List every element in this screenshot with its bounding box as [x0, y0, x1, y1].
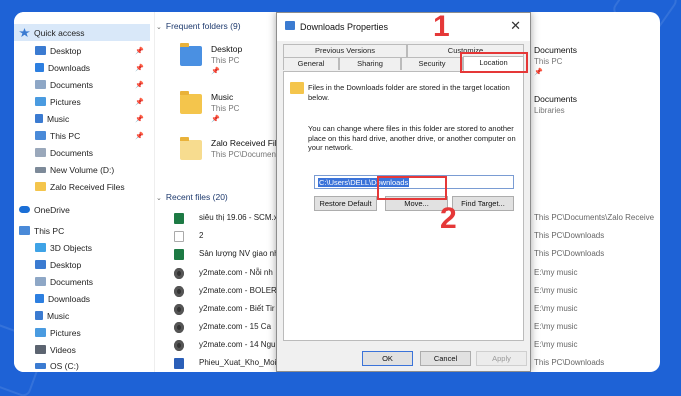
download-icon [35, 294, 44, 303]
restore-default-button[interactable]: Restore Default [314, 196, 377, 211]
folder-tile-documents[interactable]: Documents This PC 📌 [534, 45, 644, 85]
folder-icon [285, 21, 295, 30]
move-button-highlight [377, 176, 447, 200]
recent-files-header[interactable]: ⌄ Recent files (20) [156, 192, 228, 202]
location-tab-highlight [460, 52, 528, 73]
tab-sharing[interactable]: Sharing [339, 57, 401, 70]
find-target-button[interactable]: Find Target... [452, 196, 514, 211]
nav-desktop[interactable]: Desktop 📌 [14, 42, 150, 59]
audio-icon [174, 268, 184, 279]
ok-button[interactable]: OK [362, 351, 413, 366]
nav-3d-objects[interactable]: 3D Objects [14, 239, 150, 256]
music-folder-icon [180, 91, 202, 114]
chevron-down-icon: ⌄ [156, 24, 162, 31]
drive-icon [35, 166, 46, 173]
location-tab-panel: Files in the Downloads folder are stored… [283, 71, 524, 341]
nav-documents-3[interactable]: Documents [14, 273, 150, 290]
dialog-titlebar[interactable]: Downloads Properties ✕ [277, 13, 530, 41]
pictures-icon [35, 328, 46, 337]
nav-new-volume[interactable]: New Volume (D:) [14, 161, 150, 178]
pin-icon: 📌 [135, 115, 144, 123]
tab-previous-versions[interactable]: Previous Versions [283, 44, 407, 57]
audio-icon [174, 340, 184, 351]
audio-icon [174, 322, 184, 333]
nav-zalo-files[interactable]: Zalo Received Files [14, 178, 150, 195]
desktop-icon [35, 260, 46, 269]
computer-icon [35, 131, 46, 140]
folder-icon [35, 182, 46, 191]
pictures-icon [35, 97, 46, 106]
step-1-label: 1 [433, 10, 450, 43]
frequent-folders-header[interactable]: ⌄ Frequent folders (9) [156, 21, 241, 31]
cloud-icon [19, 206, 30, 213]
location-info-text: Files in the Downloads folder are stored… [308, 83, 510, 102]
pin-icon: 📌 [211, 116, 220, 123]
nav-this-pc[interactable]: This PC [14, 222, 150, 239]
nav-downloads-2[interactable]: Downloads [14, 290, 150, 307]
nav-onedrive[interactable]: OneDrive [14, 201, 150, 218]
explorer-window: Quick access Desktop 📌 Downloads 📌 Documen… [14, 12, 660, 372]
desktop-icon [35, 46, 46, 55]
folder-tile-documents-library[interactable]: Documents Libraries [534, 94, 644, 134]
nav-documents[interactable]: Documents 📌 [14, 76, 150, 93]
nav-videos[interactable]: Videos [14, 341, 150, 358]
folder-icon [180, 43, 202, 66]
music-icon [35, 114, 43, 123]
pin-icon: 📌 [135, 64, 144, 72]
navigation-pane: Quick access Desktop 📌 Downloads 📌 Documen… [14, 12, 150, 372]
pin-icon: 📌 [211, 68, 220, 75]
step-2-label: 2 [440, 202, 457, 235]
pin-icon: 📌 [135, 47, 144, 55]
nav-documents-2[interactable]: Documents [14, 144, 150, 161]
folder-icon [180, 137, 202, 160]
videos-icon [35, 345, 46, 354]
excel-icon [174, 213, 184, 224]
documents-icon [35, 148, 46, 157]
pin-icon: 📌 [534, 69, 543, 76]
chevron-down-icon: ⌄ [156, 195, 162, 202]
audio-icon [174, 304, 184, 315]
cube-icon [35, 243, 46, 252]
pin-icon: 📌 [135, 81, 144, 89]
tab-general[interactable]: General [283, 57, 339, 70]
word-icon [174, 358, 184, 369]
folder-tile-zalo[interactable]: Zalo Received Files This PC\Documen [180, 137, 286, 182]
nav-this-pc-quick[interactable]: This PC 📌 [14, 127, 150, 144]
tab-security[interactable]: Security [401, 57, 463, 70]
download-folder-icon [290, 82, 304, 94]
nav-music[interactable]: Music 📌 [14, 110, 150, 127]
excel-icon [174, 249, 184, 260]
computer-icon [19, 226, 30, 235]
folder-tile-music[interactable]: Music This PC 📌 [180, 91, 270, 136]
nav-desktop-2[interactable]: Desktop [14, 256, 150, 273]
star-icon [19, 28, 30, 37]
folder-tile-desktop[interactable]: Desktop This PC 📌 [180, 43, 270, 88]
nav-downloads[interactable]: Downloads 📌 [14, 59, 150, 76]
drive-icon [35, 362, 46, 369]
nav-pictures[interactable]: Pictures 📌 [14, 93, 150, 110]
pin-icon: 📌 [135, 98, 144, 106]
location-help-text: You can change where files in this folde… [308, 124, 516, 152]
nav-music-2[interactable]: Music [14, 307, 150, 324]
cancel-button[interactable]: Cancel [420, 351, 471, 366]
nav-quick-access[interactable]: Quick access [14, 24, 150, 41]
nav-os-c[interactable]: OS (C:) [14, 357, 150, 372]
dialog-title: Downloads Properties [300, 22, 389, 32]
apply-button[interactable]: Apply [476, 351, 527, 366]
close-button[interactable]: ✕ [510, 18, 521, 34]
pane-divider [154, 12, 155, 372]
audio-icon [174, 286, 184, 297]
documents-icon [35, 80, 46, 89]
pin-icon: 📌 [135, 132, 144, 140]
music-icon [35, 311, 43, 320]
documents-icon [35, 277, 46, 286]
download-icon [35, 63, 44, 72]
nav-pictures-2[interactable]: Pictures [14, 324, 150, 341]
blank-file-icon [174, 231, 184, 242]
